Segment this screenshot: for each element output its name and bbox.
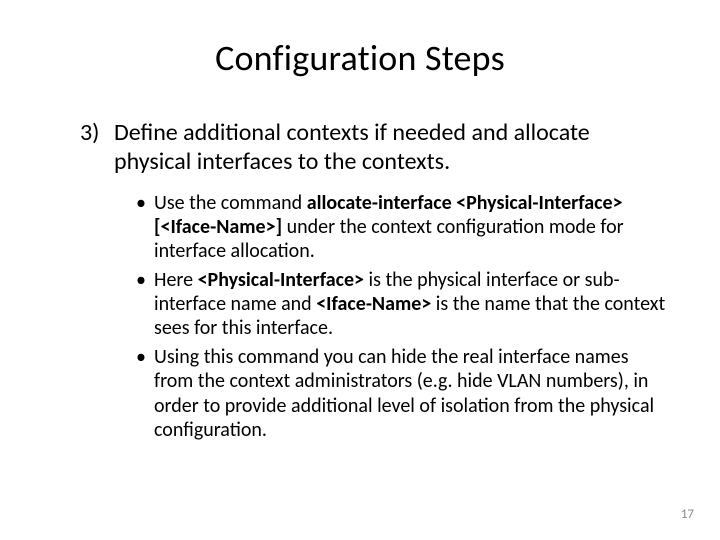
bullet-text: Use the command allocate-interface <Phys… xyxy=(154,191,670,264)
ordered-text: Define additional contexts if needed and… xyxy=(114,118,670,177)
sub-bullet-list: • Use the command allocate-interface <Ph… xyxy=(50,191,670,443)
list-item: • Use the command allocate-interface <Ph… xyxy=(136,191,670,264)
bullet-icon: • xyxy=(136,345,154,443)
param-text: <Physical-Interface> xyxy=(198,268,364,292)
ordered-item: 3) Define additional contexts if needed … xyxy=(50,118,670,177)
param-text: <Iface-Name> xyxy=(316,292,431,316)
text-run: Here xyxy=(154,268,198,292)
page-number: 17 xyxy=(681,507,694,522)
list-item: • Here <Physical-Interface> is the physi… xyxy=(136,268,670,341)
bullet-icon: • xyxy=(136,268,154,341)
bullet-text: Here <Physical-Interface> is the physica… xyxy=(154,268,670,341)
bullet-icon: • xyxy=(136,191,154,264)
slide: Configuration Steps 3) Define additional… xyxy=(0,0,720,540)
bullet-text: Using this command you can hide the real… xyxy=(154,345,670,443)
slide-title: Configuration Steps xyxy=(50,36,670,80)
list-item: • Using this command you can hide the re… xyxy=(136,345,670,443)
ordered-number: 3) xyxy=(80,118,114,177)
text-run: Use the command xyxy=(154,191,307,215)
text-run: Using this command you can hide the real… xyxy=(154,345,654,442)
